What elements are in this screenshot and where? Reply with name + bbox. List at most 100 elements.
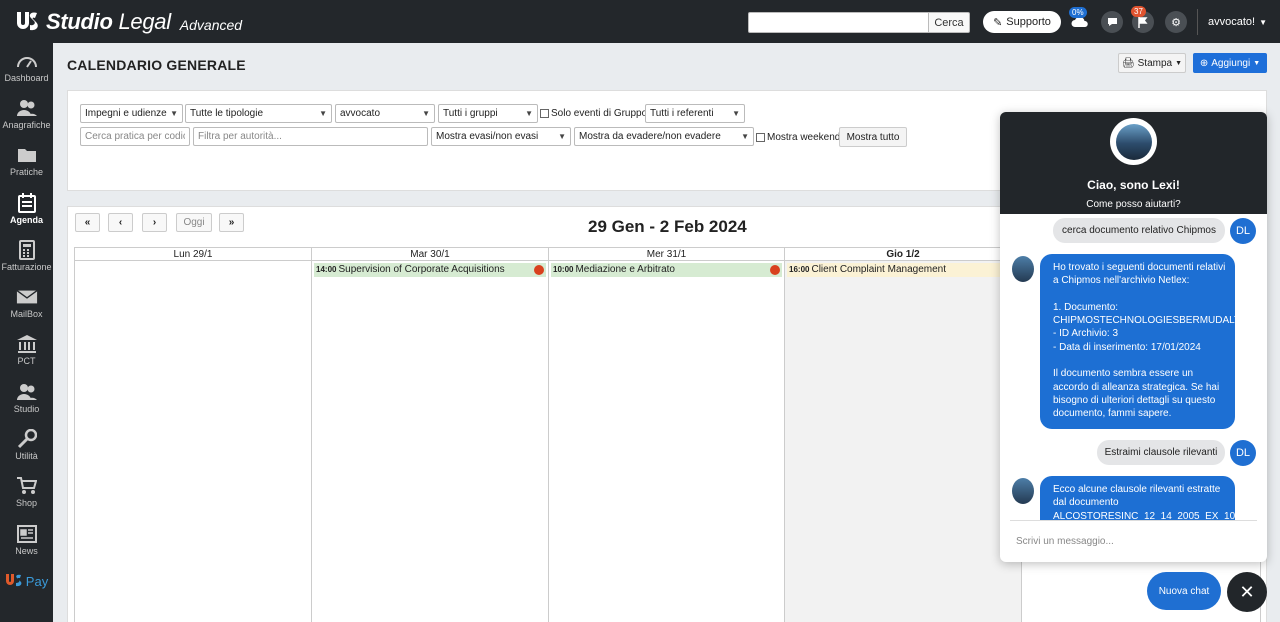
day-column-mer[interactable]: Mer 31/1 10:00 Mediazione e Arbitrato — [548, 247, 784, 622]
sidebar-item-pct[interactable]: PCT — [0, 327, 53, 374]
flag-icon — [1138, 16, 1148, 28]
supporto-button[interactable]: ✎ Supporto — [983, 11, 1061, 33]
oggi-button[interactable]: Oggi — [176, 213, 212, 232]
autorita-input[interactable]: Filtra per autorità... — [193, 127, 428, 146]
caret-down-icon: ▼ — [1175, 59, 1183, 67]
utente-value: avvocato — [340, 108, 381, 119]
da-evadere-select[interactable]: Mostra da evadere/non evadere ▼ — [574, 127, 754, 146]
user-avatar: DL — [1230, 440, 1256, 466]
calendar-event[interactable]: 14:00 Supervision of Corporate Acquisitio… — [314, 263, 546, 277]
checkbox-box — [756, 133, 765, 142]
sidebar-label: Pratiche — [9, 167, 44, 178]
evasi-value: Mostra evasi/non evasi — [436, 131, 539, 142]
chat-messages[interactable]: cerca documento relativo Chipmos DL Ho t… — [1000, 214, 1267, 521]
chat-input[interactable]: Scrivi un messaggio... — [1010, 520, 1257, 562]
event-title: Client Complaint Management — [811, 264, 946, 275]
cloud-button[interactable]: 0% — [1069, 7, 1091, 33]
pay-label: Pay — [25, 573, 49, 589]
chevron-down-icon: ▼ — [422, 109, 430, 118]
day-column-mar[interactable]: Mar 30/1 14:00 Supervision of Corporate A… — [311, 247, 548, 622]
chevron-down-icon: ▼ — [558, 132, 566, 141]
messages-button[interactable] — [1101, 11, 1123, 33]
chevron-down-icon: ▼ — [732, 109, 740, 118]
chevron-down-icon: ▼ — [170, 109, 178, 118]
sidebar-item-shop[interactable]: Shop — [0, 469, 53, 516]
day-header: Lun 29/1 — [75, 247, 311, 261]
mostra-tutto-button[interactable]: Mostra tutto — [839, 127, 907, 147]
prev-week-button[interactable]: ‹ — [108, 213, 133, 232]
aggiungi-button[interactable]: ⊕ Aggiungi ▼ — [1193, 53, 1267, 73]
mail-icon — [16, 287, 38, 307]
sidebar-item-anagrafiche[interactable]: Anagrafiche — [0, 90, 53, 137]
sidebar-item-mailbox[interactable]: MailBox — [0, 279, 53, 326]
printer-icon: 🖨 — [1121, 57, 1135, 69]
bot-message: Ho trovato i seguenti documenti relativi… — [1040, 254, 1235, 429]
sidebar-item-pratiche[interactable]: Pratiche — [0, 138, 53, 185]
impegni-select[interactable]: Impegni e udienze ▼ — [80, 104, 183, 123]
sidebar-item-news[interactable]: News — [0, 516, 53, 563]
top-search-button[interactable]: Cerca — [928, 12, 970, 33]
day-header: Gio 1/2 — [785, 247, 1021, 261]
nuova-chat-button[interactable]: Nuova chat — [1147, 572, 1221, 610]
gruppi-select[interactable]: Tutti i gruppi ▼ — [438, 104, 538, 123]
calendar-event[interactable]: 16:00 Client Complaint Management — [787, 263, 1019, 277]
weekend-label: Mostra weekend — [767, 132, 841, 143]
brand-edition: Advanced — [179, 16, 243, 33]
top-search-input[interactable] — [748, 12, 928, 33]
notifications-badge: 37 — [1131, 6, 1146, 17]
pencil-icon: ✎ — [993, 16, 1003, 29]
stampa-button[interactable]: 🖨 Stampa ▼ — [1118, 53, 1186, 73]
brand-name-light: Legal — [118, 8, 171, 34]
cerca-pratica-placeholder: Cerca pratica per codice — [85, 131, 185, 142]
tipologie-value: Tutte le tipologie — [190, 108, 264, 119]
solo-gruppo-label: Solo eventi di Gruppo — [551, 108, 648, 119]
day-column-lun[interactable]: Lun 29/1 — [74, 247, 311, 622]
close-chat-button[interactable]: ✕ — [1227, 572, 1267, 612]
sidebar-item-dashboard[interactable]: Dashboard — [0, 43, 53, 90]
stampa-label: Stampa — [1137, 57, 1173, 69]
status-dot-icon — [534, 265, 544, 275]
last-week-button[interactable]: » — [219, 213, 244, 232]
users-icon — [16, 98, 38, 118]
dashboard-icon — [16, 51, 38, 71]
sidebar-item-utilita[interactable]: Utilità — [0, 421, 53, 468]
users-icon — [16, 382, 38, 402]
news-icon — [16, 524, 38, 544]
utente-select[interactable]: avvocato ▼ — [335, 104, 435, 123]
settings-button[interactable]: ⚙ — [1165, 11, 1187, 33]
page-title: CALENDARIO GENERALE — [67, 57, 246, 73]
day-column-gio[interactable]: Gio 1/2 16:00 Client Complaint Management — [784, 247, 1021, 622]
next-week-button[interactable]: › — [142, 213, 167, 232]
calendar-icon — [16, 192, 38, 213]
cerca-pratica-input[interactable]: Cerca pratica per codice — [80, 127, 190, 146]
folder-icon — [16, 145, 38, 165]
evasi-select[interactable]: Mostra evasi/non evasi ▼ — [431, 127, 571, 146]
first-week-button[interactable]: « — [75, 213, 100, 232]
cart-icon — [16, 476, 38, 496]
brand-logo[interactable]: Studio Legal Advanced — [0, 9, 242, 35]
impegni-value: Impegni e udienze — [85, 108, 167, 119]
sidebar-item-studio[interactable]: Studio — [0, 374, 53, 421]
event-title: Mediazione e Arbitrato — [575, 264, 675, 275]
sidebar-label: MailBox — [10, 309, 43, 320]
weekend-checkbox[interactable]: Mostra weekend — [756, 132, 840, 143]
chat-header: Ciao, sono Lexi! Come posso aiutarti? — [1000, 112, 1267, 214]
bot-message: Ecco alcune clausole rilevanti estratte … — [1040, 476, 1235, 521]
calendar-event[interactable]: 10:00 Mediazione e Arbitrato — [551, 263, 782, 277]
lexi-avatar-image — [1115, 123, 1152, 160]
sidebar-item-pay[interactable]: Pay — [0, 563, 53, 599]
user-menu[interactable]: avvocato! ▼ — [1197, 9, 1267, 35]
double-chevron-left-icon: « — [84, 217, 91, 228]
sidebar-label: News — [15, 545, 38, 556]
sidebar-item-agenda[interactable]: Agenda — [0, 185, 53, 232]
close-icon: ✕ — [1239, 581, 1255, 602]
sidebar-label: Studio — [13, 403, 40, 414]
referenti-select[interactable]: Tutti i referenti ▼ — [645, 104, 745, 123]
tipologie-select[interactable]: Tutte le tipologie ▼ — [185, 104, 332, 123]
solo-gruppo-checkbox[interactable]: Solo eventi di Gruppo — [540, 108, 647, 119]
notifications-button[interactable]: 37 — [1131, 6, 1154, 33]
user-avatar: DL — [1230, 218, 1256, 244]
sidebar-item-fatturazione[interactable]: Fatturazione — [0, 232, 53, 279]
top-bar: Studio Legal Advanced Cerca ✎ Supporto 0… — [0, 0, 1280, 43]
user-name: avvocato! — [1208, 16, 1256, 28]
